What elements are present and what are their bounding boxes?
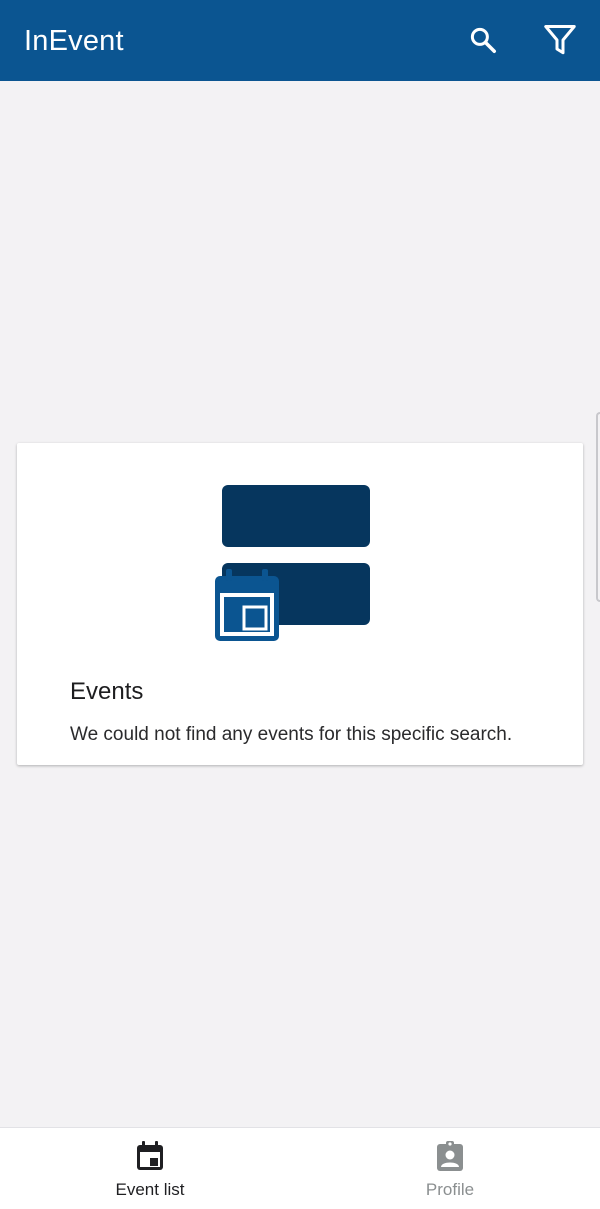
nav-label-event-list: Event list bbox=[115, 1180, 185, 1199]
filter-button[interactable] bbox=[538, 18, 582, 62]
nav-item-profile[interactable]: Profile bbox=[300, 1128, 600, 1209]
profile-badge-icon bbox=[437, 1141, 463, 1171]
empty-state-card: Events We could not find any events for … bbox=[17, 443, 583, 765]
calendar-icon bbox=[137, 1141, 163, 1170]
app-title: InEvent bbox=[24, 25, 124, 57]
events-calendar-illustration bbox=[215, 485, 370, 641]
search-icon bbox=[470, 27, 496, 53]
filter-icon bbox=[544, 25, 576, 55]
edge-panel-handle[interactable] bbox=[596, 412, 600, 602]
top-app-bar: InEvent bbox=[0, 0, 600, 81]
search-button[interactable] bbox=[461, 18, 505, 62]
bottom-navigation: Event list Profile bbox=[0, 1127, 600, 1209]
empty-state-title: Events bbox=[70, 678, 144, 705]
nav-label-profile: Profile bbox=[425, 1180, 475, 1199]
empty-state-message: We could not find any events for this sp… bbox=[70, 724, 513, 745]
nav-item-event-list[interactable]: Event list bbox=[0, 1128, 300, 1209]
app-screen: InEvent Events We could not find any eve… bbox=[0, 0, 600, 1209]
